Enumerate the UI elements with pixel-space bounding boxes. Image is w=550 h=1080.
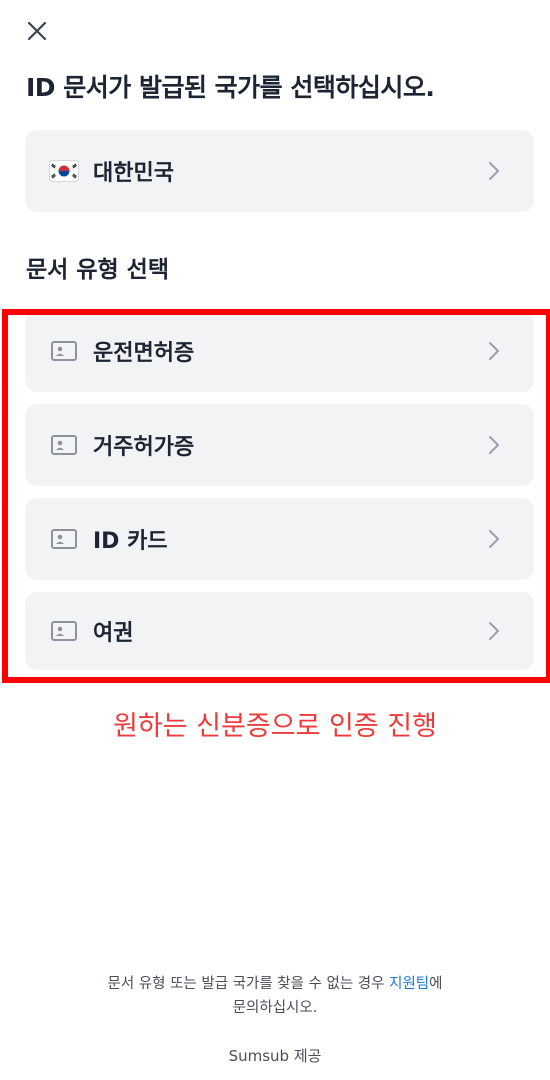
korea-flag-icon bbox=[49, 160, 79, 182]
document-selection-page: ID 문서가 발급된 국가를 선택하십시오. 대한민국 문서 유형 선택 운전면… bbox=[0, 0, 550, 1080]
doc-option-label: ID 카드 bbox=[93, 529, 168, 554]
doc-option-residence-permit[interactable]: 거주허가증 bbox=[25, 404, 534, 486]
doc-option-id-card[interactable]: ID 카드 bbox=[25, 498, 534, 580]
id-card-icon bbox=[49, 341, 79, 361]
chevron-right-icon bbox=[488, 341, 500, 361]
doc-option-label: 여권 bbox=[93, 621, 134, 646]
id-card-icon bbox=[49, 529, 79, 549]
support-notice-text: 문서 유형 또는 발급 국가를 찾을 수 없는 경우 bbox=[107, 976, 390, 992]
country-selector[interactable]: 대한민국 bbox=[25, 130, 534, 212]
close-icon bbox=[27, 21, 47, 41]
doc-option-passport[interactable]: 여권 bbox=[25, 592, 534, 670]
support-notice-line-2: 문의하십시오. bbox=[232, 1000, 318, 1016]
doc-option-label: 거주허가증 bbox=[93, 435, 195, 460]
id-card-icon bbox=[49, 435, 79, 455]
chevron-right-icon bbox=[488, 529, 500, 549]
powered-by-label: Sumsub 제공 bbox=[228, 1047, 322, 1065]
doc-option-drivers-license[interactable]: 운전면허증 bbox=[25, 310, 534, 392]
chevron-right-icon bbox=[488, 161, 500, 181]
close-button[interactable] bbox=[22, 16, 52, 46]
doc-option-label: 운전면허증 bbox=[93, 341, 195, 366]
chevron-right-icon bbox=[488, 435, 500, 455]
id-card-icon bbox=[49, 621, 79, 641]
page-title: ID 문서가 발급된 국가를 선택하십시오. bbox=[26, 73, 435, 102]
support-notice: 문서 유형 또는 발급 국가를 찾을 수 없는 경우 지원팀에 문의하십시오. bbox=[40, 972, 510, 1020]
document-type-heading: 문서 유형 선택 bbox=[26, 257, 169, 283]
support-team-link[interactable]: 지원팀 bbox=[389, 976, 429, 992]
country-name: 대한민국 bbox=[93, 161, 174, 186]
annotation-caption: 원하는 신분증으로 인증 진행 bbox=[113, 711, 437, 742]
chevron-right-icon bbox=[488, 621, 500, 641]
support-notice-suffix: 에 bbox=[429, 976, 443, 992]
